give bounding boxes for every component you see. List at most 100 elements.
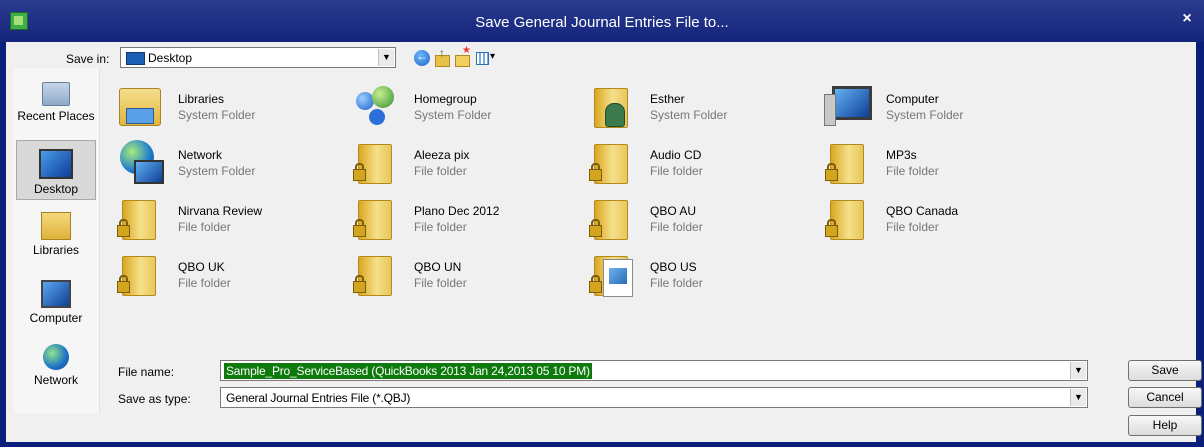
locked-folder-icon — [116, 250, 162, 296]
libraries-icon — [116, 82, 162, 128]
list-item[interactable]: Nirvana Review File folder — [116, 194, 346, 244]
list-item[interactable]: QBO US File folder — [588, 250, 818, 300]
libraries-icon — [41, 212, 71, 240]
list-item[interactable]: Computer System Folder — [824, 82, 1054, 132]
user-folder-icon — [588, 82, 634, 128]
title-bar[interactable]: Save General Journal Entries File to... … — [0, 0, 1204, 42]
item-type: System Folder — [886, 108, 964, 122]
computer-icon — [41, 280, 71, 308]
locked-folder-icon — [116, 194, 162, 240]
item-type: File folder — [178, 220, 231, 234]
place-computer[interactable]: Computer — [16, 274, 96, 334]
item-type: File folder — [886, 164, 939, 178]
desktop-icon — [39, 149, 73, 179]
save-as-type-label: Save as type: — [118, 392, 191, 406]
dialog-title: Save General Journal Entries File to... — [475, 14, 729, 31]
item-type: File folder — [414, 220, 467, 234]
list-item[interactable]: QBO AU File folder — [588, 194, 818, 244]
item-name: Audio CD — [650, 148, 702, 162]
item-type: System Folder — [414, 108, 492, 122]
item-type: File folder — [414, 164, 467, 178]
item-name: Computer — [886, 92, 939, 106]
desktop-icon — [126, 52, 145, 65]
item-name: Aleeza pix — [414, 148, 470, 162]
item-type: File folder — [414, 276, 467, 290]
locked-folder-icon — [588, 194, 634, 240]
chevron-down-icon[interactable]: ▼ — [378, 49, 394, 66]
item-name: QBO US — [650, 260, 697, 274]
locked-folder-icon — [352, 138, 398, 184]
item-type: File folder — [886, 220, 939, 234]
item-type: System Folder — [650, 108, 728, 122]
item-name: MP3s — [886, 148, 917, 162]
save-as-type-value: General Journal Entries File (*.QBJ) — [226, 391, 411, 405]
place-network[interactable]: Network — [16, 338, 96, 398]
item-type: File folder — [650, 220, 703, 234]
file-name-label: File name: — [118, 365, 175, 379]
item-type: System Folder — [178, 108, 256, 122]
item-name: QBO UN — [414, 260, 462, 274]
place-label: Recent Places — [17, 109, 95, 123]
item-name: Libraries — [178, 92, 225, 106]
view-menu-icon[interactable] — [476, 50, 498, 66]
chevron-down-icon[interactable]: ▼ — [1070, 389, 1086, 406]
places-bar: Recent Places Desktop Libraries Computer… — [14, 68, 100, 413]
cancel-button[interactable]: Cancel — [1128, 387, 1202, 408]
list-item[interactable]: Aleeza pix File folder — [352, 138, 582, 188]
file-name-value: Sample_Pro_ServiceBased (QuickBooks 2013… — [224, 363, 592, 379]
network-icon — [43, 344, 69, 370]
item-name: Plano Dec 2012 — [414, 204, 500, 218]
list-item[interactable]: Libraries System Folder — [116, 82, 346, 132]
recent-places-icon — [42, 82, 70, 106]
list-item[interactable]: MP3s File folder — [824, 138, 1054, 188]
item-type: System Folder — [178, 164, 256, 178]
list-item[interactable]: QBO UN File folder — [352, 250, 582, 300]
homegroup-icon — [352, 82, 398, 128]
help-button[interactable]: Help — [1128, 415, 1202, 436]
list-item[interactable]: Audio CD File folder — [588, 138, 818, 188]
item-name: Esther — [650, 92, 685, 106]
save-in-label: Save in: — [66, 52, 110, 66]
list-item[interactable]: QBO Canada File folder — [824, 194, 1054, 244]
item-name: QBO AU — [650, 204, 697, 218]
item-name: Homegroup — [414, 92, 477, 106]
place-desktop[interactable]: Desktop — [16, 140, 96, 200]
item-name: QBO Canada — [886, 204, 959, 218]
save-dialog-window: Save General Journal Entries File to... … — [0, 0, 1204, 447]
locked-folder-with-document-icon — [588, 250, 634, 297]
locked-folder-icon — [824, 194, 870, 240]
item-type: File folder — [650, 164, 703, 178]
save-button[interactable]: Save — [1128, 360, 1202, 381]
chevron-down-icon[interactable]: ▼ — [1070, 362, 1086, 379]
item-name: Nirvana Review — [178, 204, 263, 218]
list-item[interactable]: QBO UK File folder — [116, 250, 346, 300]
list-item[interactable]: Homegroup System Folder — [352, 82, 582, 132]
list-item[interactable]: Network System Folder — [116, 138, 346, 188]
close-button[interactable]: × — [1178, 10, 1196, 28]
file-name-field[interactable]: Sample_Pro_ServiceBased (QuickBooks 2013… — [220, 360, 1088, 381]
save-in-dropdown[interactable]: Desktop ▼ — [120, 47, 396, 68]
place-libraries[interactable]: Libraries — [16, 210, 96, 270]
locked-folder-icon — [588, 138, 634, 184]
save-as-type-dropdown[interactable]: General Journal Entries File (*.QBJ) ▼ — [220, 387, 1088, 408]
item-name: QBO UK — [178, 260, 225, 274]
up-one-level-icon[interactable] — [434, 46, 450, 67]
locked-folder-icon — [352, 250, 398, 296]
back-icon[interactable] — [414, 49, 430, 66]
dialog-body: Save in: Desktop ▼ Recent Places Desktop… — [6, 42, 1202, 442]
network-icon — [116, 138, 164, 184]
place-label: Network — [33, 373, 78, 387]
new-folder-icon[interactable] — [454, 45, 471, 67]
computer-icon — [824, 82, 872, 128]
list-item[interactable]: Esther System Folder — [588, 82, 818, 132]
place-label: Libraries — [32, 243, 80, 257]
locked-folder-icon — [352, 194, 398, 240]
place-recent-places[interactable]: Recent Places — [16, 76, 96, 138]
item-type: File folder — [650, 276, 703, 290]
save-in-value: Desktop — [148, 51, 193, 65]
place-label: Computer — [29, 311, 83, 325]
list-item[interactable]: Plano Dec 2012 File folder — [352, 194, 582, 244]
item-name: Network — [178, 148, 223, 162]
place-label: Desktop — [33, 182, 79, 196]
item-type: File folder — [178, 276, 231, 290]
